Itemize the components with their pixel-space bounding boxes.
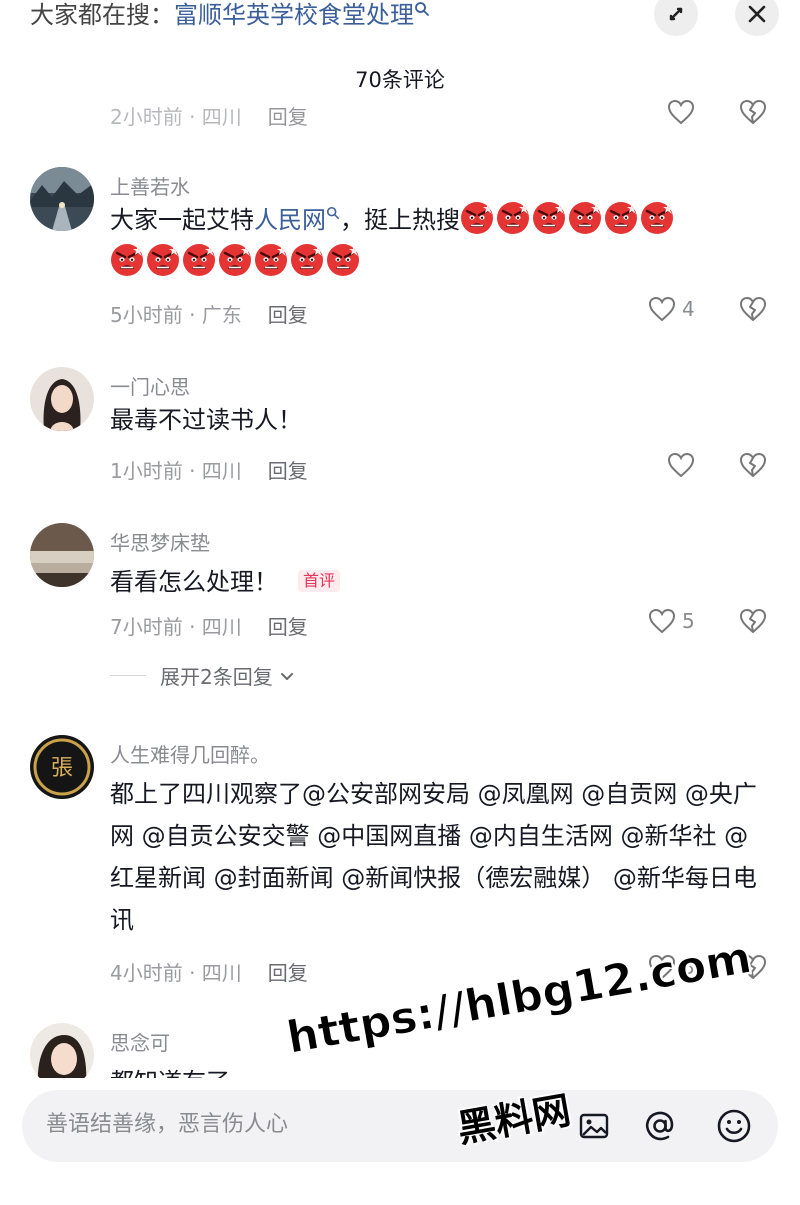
avatar[interactable] (30, 367, 94, 431)
search-hint-prefix: 大家都在搜： (30, 1, 174, 29)
broken-heart-icon (740, 297, 766, 321)
comment-meta: 5小时前 · 广东 回复 (110, 303, 308, 327)
comment-username[interactable]: 人生难得几回醉。 (110, 739, 270, 768)
heart-icon (648, 296, 676, 322)
reply-button[interactable]: 回复 (268, 615, 308, 639)
angry-face-emoji (291, 244, 323, 276)
reply-button[interactable]: 回复 (268, 459, 308, 483)
mention-link[interactable]: 人民网 (254, 206, 326, 234)
close-icon (748, 5, 766, 23)
angry-face-emoji (569, 202, 601, 234)
angry-face-emoji (327, 244, 359, 276)
comment-meta: 2小时前 · 四川 回复 (110, 105, 308, 129)
avatar[interactable] (30, 167, 94, 231)
comment-meta: 7小时前 · 四川 回复 (110, 615, 308, 639)
like-button[interactable]: 5 (648, 608, 695, 634)
like-button[interactable]: 4 (648, 296, 695, 322)
comment-text: 看看怎么处理！ 首评 (110, 561, 770, 603)
like-button[interactable] (667, 99, 695, 125)
avatar[interactable] (30, 523, 94, 587)
comment-text: 大家一起艾特人民网 ，挺上热搜 (110, 199, 770, 283)
comment-text: 最毒不过读书人！ (110, 406, 302, 434)
expand-button[interactable] (654, 0, 698, 36)
angry-face-emoji (605, 202, 637, 234)
comment-username[interactable]: 华思梦床垫 (110, 527, 210, 556)
heart-icon (667, 452, 695, 478)
chevron-down-icon (280, 672, 293, 680)
angry-face-emoji (255, 244, 287, 276)
image-button[interactable] (574, 1106, 614, 1146)
expand-icon (669, 7, 683, 21)
emoji-button[interactable] (714, 1106, 754, 1146)
comment-text: 都上了四川观察了@公安部网安局 @凤凰网 @自贡网 @央广网 @自贡公安交警 @… (110, 780, 757, 934)
comment-count: 70条评论 (355, 68, 445, 92)
smiley-icon (717, 1109, 751, 1143)
close-button[interactable] (735, 0, 779, 36)
expand-replies[interactable]: 展开2条回复 (110, 661, 295, 690)
comment-meta: 4小时前 · 四川 回复 (110, 961, 308, 985)
comment-meta: 1小时前 · 四川 回复 (110, 459, 308, 483)
broken-heart-icon (740, 453, 766, 477)
dislike-button[interactable] (738, 296, 768, 326)
comment-username[interactable]: 上善若水 (110, 171, 190, 200)
top-bar: 大家都在搜：富顺华英学校食堂处理 (0, 0, 800, 40)
angry-face-emoji (183, 244, 215, 276)
dislike-button[interactable] (738, 452, 768, 482)
broken-heart-icon (740, 609, 766, 633)
comment-input-bar (0, 1078, 800, 1205)
comment-text: 都知道有了 (110, 1061, 770, 1078)
angry-face-emoji (497, 202, 529, 234)
avatar[interactable] (30, 1023, 94, 1078)
mention-button[interactable] (640, 1106, 680, 1146)
angry-face-emoji (219, 244, 251, 276)
image-icon (579, 1113, 609, 1139)
search-icon (326, 206, 340, 220)
like-count: 5 (682, 609, 695, 633)
broken-heart-icon (740, 100, 766, 124)
search-icon (415, 2, 429, 16)
like-button[interactable] (667, 452, 695, 478)
svg-text:張: 張 (51, 756, 73, 781)
first-comment-badge: 首评 (298, 570, 341, 592)
reply-button[interactable]: 回复 (268, 303, 308, 327)
comment-list[interactable]: 2小时前 · 四川 回复 上善若水 大家一起艾特人民网 ，挺上热搜 5小时前 · 广… (0, 95, 800, 1078)
dislike-button[interactable] (738, 608, 768, 638)
reply-button[interactable]: 回复 (268, 961, 308, 985)
comment-input-box[interactable] (22, 1090, 778, 1162)
heart-icon (667, 99, 695, 125)
at-icon (645, 1111, 674, 1141)
comment-username[interactable]: 思念可 (110, 1027, 170, 1056)
divider (110, 675, 146, 676)
angry-face-emoji (147, 244, 179, 276)
avatar[interactable]: 張 (30, 735, 94, 799)
search-hint-term[interactable]: 富顺华英学校食堂处理 (174, 1, 414, 29)
like-count: 4 (682, 297, 695, 321)
reply-button[interactable]: 回复 (268, 105, 308, 129)
angry-face-emoji (461, 202, 493, 234)
search-suggestion[interactable]: 大家都在搜：富顺华英学校食堂处理 (30, 0, 430, 30)
angry-face-emoji (111, 244, 143, 276)
heart-icon (648, 608, 676, 634)
angry-face-emoji (641, 202, 673, 234)
comment-username[interactable]: 一门心思 (110, 371, 190, 400)
angry-face-emoji (533, 202, 565, 234)
dislike-button[interactable] (738, 99, 768, 129)
